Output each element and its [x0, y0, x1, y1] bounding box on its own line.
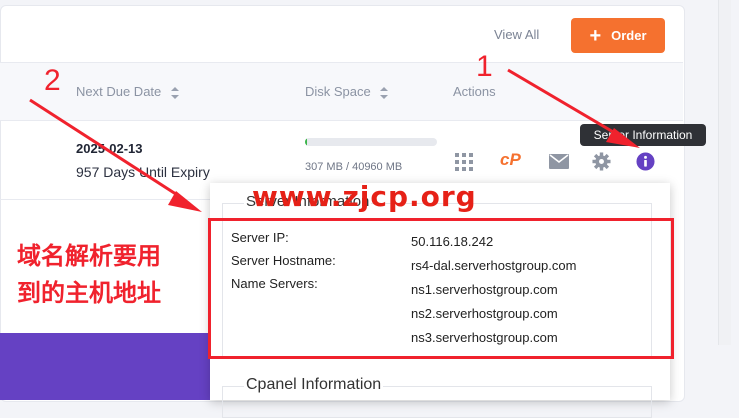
- divider: [0, 120, 683, 121]
- next-due-date: 2025-02-13: [76, 141, 143, 156]
- annotation-highlight-box: [208, 218, 674, 359]
- expiry-text: 957 Days Until Expiry: [76, 164, 210, 180]
- annotation-note-line2: 到的主机地址: [17, 279, 161, 307]
- watermark: www.zjcp.org: [252, 180, 477, 213]
- order-button[interactable]: + Order: [571, 18, 665, 53]
- column-label: Next Due Date: [76, 84, 162, 99]
- disk-usage-text: 307 MB / 40960 MB: [305, 161, 403, 173]
- annotation-note-line1: 域名解析要用: [17, 242, 161, 270]
- column-label: Disk Space: [305, 84, 371, 99]
- column-header-next-due-date[interactable]: Next Due Date: [76, 84, 179, 99]
- divider: [0, 199, 210, 200]
- gear-icon[interactable]: [592, 152, 611, 171]
- plus-icon: +: [589, 24, 602, 47]
- disk-usage-bar: [305, 138, 437, 146]
- column-header-actions: Actions: [453, 84, 496, 99]
- disk-usage-fill: [305, 138, 307, 146]
- column-label: Actions: [453, 84, 496, 99]
- mail-icon[interactable]: [549, 154, 569, 169]
- order-button-label: Order: [611, 28, 647, 43]
- annotation-marker-2: 2: [44, 64, 61, 97]
- grid-icon[interactable]: [454, 152, 474, 172]
- server-info-tooltip: Server Information: [580, 124, 706, 146]
- cpanel-icon[interactable]: cP: [500, 150, 521, 170]
- view-all-link[interactable]: View All: [494, 27, 539, 42]
- sort-icon: [170, 86, 179, 99]
- info-icon[interactable]: [636, 152, 655, 171]
- sort-icon: [380, 86, 389, 99]
- promo-banner: [0, 333, 215, 400]
- scrollbar[interactable]: [718, 0, 731, 345]
- column-header-disk-space[interactable]: Disk Space: [305, 84, 389, 99]
- cpanel-info-legend: Cpanel Information: [244, 376, 384, 394]
- annotation-marker-1: 1: [476, 50, 493, 83]
